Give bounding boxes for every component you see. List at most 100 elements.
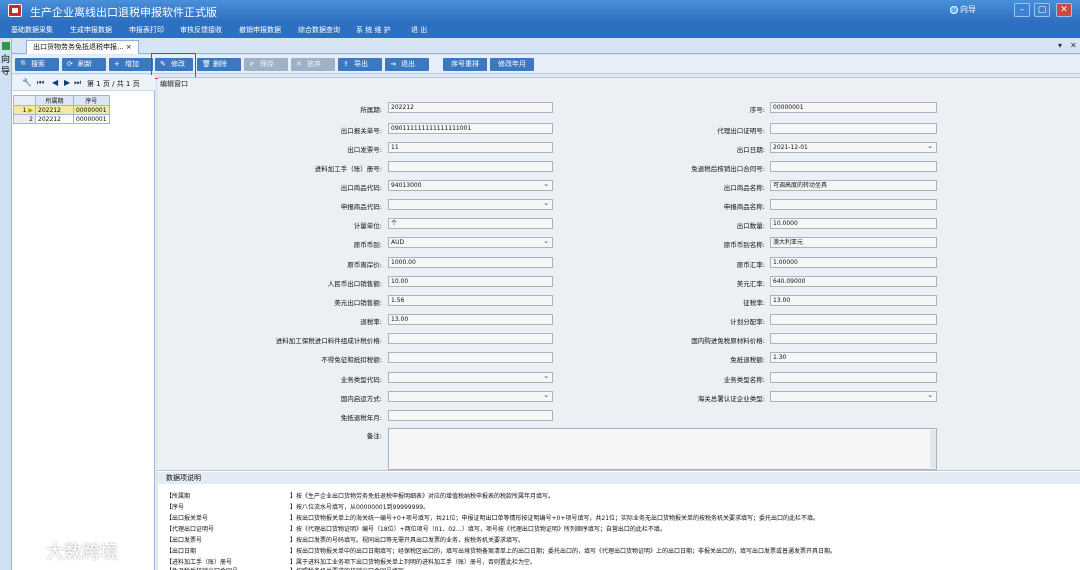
first-record-icon[interactable]: ⏮ [37, 78, 44, 88]
field-business-type-name[interactable] [770, 372, 937, 383]
menu-print-forms[interactable]: 申报表打印 [129, 25, 164, 35]
help-item-desc: 】属于进料加工业务项下出口货物报关单上列明的进料加工手（账）册号，否则置此栏为空… [290, 559, 537, 566]
field-usd-rate[interactable]: 640.09000 [770, 276, 937, 287]
guide-link[interactable]: 向导 [960, 4, 976, 15]
delete-button[interactable]: 🗑 删除 [197, 58, 241, 71]
exit-button[interactable]: ⇥ 退出 [385, 58, 429, 71]
minimize-button[interactable]: – [1014, 3, 1030, 17]
field-customs-no[interactable]: 090111111111111111001 [388, 123, 553, 134]
field-usd-sales[interactable]: 1.56 [388, 295, 553, 306]
export-button[interactable]: ⇪ 导出 [338, 58, 382, 71]
remark-textarea[interactable] [388, 428, 937, 470]
cell-period[interactable]: 202212 [35, 105, 74, 115]
record-grid: 所属期 序号 1 ▶ 202212 00000001 2 202212 0000… [13, 95, 110, 124]
table-row[interactable]: 2 202212 00000001 [13, 114, 110, 124]
menu-generate-declaration[interactable]: 生成申报数据 [70, 25, 112, 35]
label-refund-rate: 退税率: [360, 318, 382, 326]
field-tax-rate[interactable]: 13.00 [770, 295, 937, 306]
menu-system-maintenance[interactable]: 系 统 维 护 [356, 25, 391, 35]
field-refund-amount[interactable]: 1.30 [770, 352, 937, 363]
cell-seq[interactable]: 00000001 [73, 114, 110, 124]
tab-list-dropdown-icon[interactable]: ▾ [1058, 41, 1062, 50]
tab-close-icon[interactable]: × [126, 43, 132, 51]
field-domestic-shipping[interactable] [388, 391, 553, 402]
remark-scrollbar[interactable] [930, 430, 936, 468]
refresh-button[interactable]: ⟳ 刷新 [62, 58, 106, 71]
help-item-desc: 】按照税务机关要求的核销出口合同号填写。 [290, 566, 410, 570]
field-original-rate[interactable]: 1.00000 [770, 257, 937, 268]
field-refund-period[interactable] [388, 410, 553, 421]
record-navigator: 🔧 ⏮ ◀ ▶ ⏭ 第 1 页 / 共 1 页 [12, 75, 155, 91]
field-period[interactable]: 202212 [388, 102, 553, 113]
cell-seq[interactable]: 00000001 [73, 105, 110, 115]
field-currency[interactable]: AUD [388, 237, 553, 248]
column-header-period[interactable]: 所属期 [35, 95, 74, 106]
label-currency: 原币币别: [353, 241, 382, 249]
prev-record-icon[interactable]: ◀ [52, 78, 58, 87]
watermark-text: 大数跨境 [46, 542, 118, 563]
field-invoice-no[interactable]: 11 [388, 142, 553, 153]
field-bonded-material-price[interactable] [388, 333, 553, 344]
label-usd-sales: 美元出口销售额: [334, 299, 382, 307]
refresh-button-label: 刷新 [78, 60, 92, 68]
maximize-button[interactable]: ▢ [1034, 3, 1050, 17]
menu-data-query[interactable]: 综合数据查询 [298, 25, 340, 35]
page-indicator: 第 1 页 / 共 1 页 [87, 80, 140, 88]
watermark: 大数跨境 [12, 536, 152, 566]
column-header-seq[interactable]: 序号 [73, 95, 110, 106]
edit-button-label: 修改 [171, 60, 185, 68]
field-seq-no[interactable]: 00000001 [770, 102, 937, 113]
guide-icon[interactable] [950, 6, 958, 14]
search-button[interactable]: 🔍 搜索 [15, 58, 59, 71]
add-button[interactable]: + 增加 [109, 58, 153, 71]
field-business-type-code[interactable] [388, 372, 553, 383]
field-non-deductible-tax[interactable] [388, 352, 553, 363]
menu-revoke-declaration[interactable]: 撤销申报数据 [239, 25, 281, 35]
next-record-icon[interactable]: ▶ [64, 78, 70, 87]
label-seq-no: 序号: [749, 106, 765, 114]
field-declared-goods-name[interactable] [770, 199, 937, 210]
field-processing-book-no[interactable] [388, 161, 553, 172]
field-domestic-material-price[interactable] [770, 333, 937, 344]
help-item-name: 【代理出口证明号 [166, 526, 215, 533]
field-contract-no[interactable] [770, 161, 937, 172]
save-button[interactable]: ✔ 保存 [244, 58, 288, 71]
field-customs-cert-type[interactable] [770, 391, 937, 402]
field-export-goods-name[interactable]: 可调高度的转动坐具 [770, 180, 937, 191]
refresh-icon: ⟳ [67, 60, 73, 68]
field-refund-rate[interactable]: 13.00 [388, 314, 553, 325]
field-allocation-rate[interactable] [770, 314, 937, 325]
field-export-goods-code[interactable]: 94013000 [388, 180, 553, 191]
renumber-button[interactable]: 序号重排 [443, 58, 487, 71]
field-export-date[interactable]: 2021-12-01 [770, 142, 937, 153]
guide-sidebar[interactable]: 向导 [0, 38, 12, 570]
help-item-desc: 】按八位流水号填写，从00000001到99999999。 [290, 504, 430, 511]
guide-sidebar-icon [2, 42, 10, 50]
export-button-label: 导出 [354, 60, 368, 68]
last-record-icon[interactable]: ⏭ [74, 78, 81, 88]
field-export-qty[interactable]: 10.0000 [770, 218, 937, 229]
menu-exit[interactable]: 退 出 [411, 25, 427, 35]
field-fob-price[interactable]: 1000.00 [388, 257, 553, 268]
close-all-tabs-icon[interactable]: ✕ [1070, 41, 1077, 50]
wrench-icon[interactable]: 🔧 [22, 78, 32, 87]
field-unit[interactable]: 个 [388, 218, 553, 229]
tab-export-declaration[interactable]: 出口货物劳务免抵退税申报... × [26, 40, 139, 54]
field-agency-cert-no[interactable] [770, 123, 937, 134]
delete-button-label: 删除 [213, 60, 227, 68]
menu-audit-feedback[interactable]: 审核反馈接收 [180, 25, 222, 35]
table-row[interactable]: 1 ▶ 202212 00000001 [13, 105, 110, 115]
field-rmb-sales[interactable]: 10.00 [388, 276, 553, 287]
edit-button[interactable]: ✎ 修改 [155, 58, 193, 71]
close-window-button[interactable]: ✕ [1056, 3, 1072, 17]
modify-period-button[interactable]: 修改年月 [490, 58, 534, 71]
menu-basic-data[interactable]: 基础数据采集 [11, 25, 53, 35]
field-declared-goods-code[interactable] [388, 199, 553, 210]
edit-panel-title: 编辑窗口 [160, 80, 188, 88]
discard-button[interactable]: ✕ 放弃 [291, 58, 335, 71]
cell-period[interactable]: 202212 [35, 114, 74, 124]
field-currency-name[interactable]: 澳大利亚元 [770, 237, 937, 248]
exit-button-label: 退出 [401, 60, 415, 68]
label-declared-goods-name: 申报商品名称: [723, 203, 765, 211]
add-button-label: 增加 [125, 60, 139, 68]
